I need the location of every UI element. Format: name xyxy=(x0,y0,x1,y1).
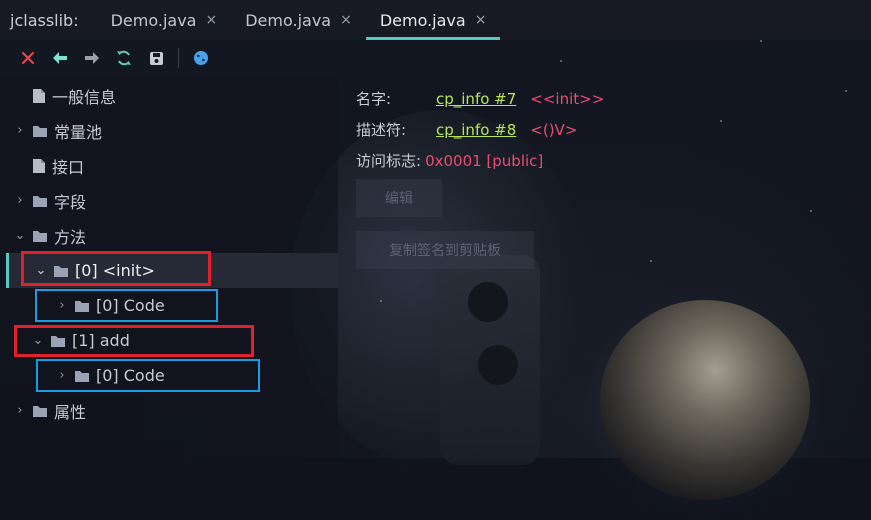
toolbar-divider xyxy=(178,48,179,68)
annotation-blue-box xyxy=(36,359,260,392)
back-button[interactable] xyxy=(44,43,76,73)
close-icon xyxy=(21,51,35,65)
tree-item-fields[interactable]: › 字段 xyxy=(12,183,86,218)
refresh-button[interactable] xyxy=(108,43,140,73)
file-icon xyxy=(32,88,46,104)
descriptor-cp-link[interactable]: cp_info #8 xyxy=(436,121,516,139)
access-flags-value: 0x0001 [public] xyxy=(425,151,544,170)
planet-graphic xyxy=(600,300,810,500)
tree-item-constant-pool[interactable]: › 常量池 xyxy=(12,113,102,148)
app-title: jclasslib: xyxy=(10,10,79,30)
tree-item-label: 方法 xyxy=(54,227,87,247)
chevron-down-icon[interactable]: ⌄ xyxy=(12,228,28,243)
detail-descriptor-row: 描述符: cp_info #8 <()V> xyxy=(356,119,577,140)
save-icon xyxy=(149,51,163,65)
refresh-icon xyxy=(117,50,131,66)
tree-item-label: 接口 xyxy=(52,157,85,177)
annotation-blue-box xyxy=(35,289,218,322)
web-button[interactable] xyxy=(185,43,217,73)
tree-item-label: 属性 xyxy=(54,402,87,422)
tab-bar: jclasslib: Demo.java × Demo.java × Demo.… xyxy=(0,0,871,40)
toolbar xyxy=(0,40,871,76)
tree-item-general-info[interactable]: 一般信息 xyxy=(12,78,116,113)
copy-signature-button[interactable]: 复制签名到剪贴板 xyxy=(356,231,534,269)
tree-item-attributes[interactable]: › 属性 xyxy=(12,393,86,428)
globe-icon xyxy=(194,51,208,65)
close-file-button[interactable] xyxy=(12,43,44,73)
chevron-right-icon[interactable]: › xyxy=(12,193,28,208)
tab-demo-java-2[interactable]: Demo.java × xyxy=(231,0,366,40)
tree-item-label: 一般信息 xyxy=(52,87,117,107)
descriptor-value: <()V> xyxy=(530,120,578,139)
tree-item-label: 字段 xyxy=(54,192,87,212)
tab-label: Demo.java xyxy=(245,10,332,30)
close-icon[interactable]: × xyxy=(205,12,217,28)
name-label: 名字: xyxy=(356,90,392,108)
tab-demo-java-1[interactable]: Demo.java × xyxy=(97,0,232,40)
edit-button[interactable]: 编辑 xyxy=(356,179,442,217)
detail-access-flags-row: 访问标志: 0x0001 [public] xyxy=(356,150,543,171)
save-button[interactable] xyxy=(140,43,172,73)
folder-icon xyxy=(32,404,48,418)
detail-name-row: 名字: cp_info #7 <<init>> xyxy=(356,88,604,109)
tree-item-methods[interactable]: ⌄ 方法 xyxy=(12,218,86,253)
descriptor-label: 描述符: xyxy=(356,121,407,139)
arrow-right-icon xyxy=(85,52,99,64)
chevron-right-icon[interactable]: › xyxy=(12,123,28,138)
helmet-knob xyxy=(478,345,518,385)
close-icon[interactable]: × xyxy=(340,12,352,28)
tab-label: Demo.java xyxy=(110,10,197,30)
helmet-knob xyxy=(468,282,508,322)
tree-item-interfaces[interactable]: 接口 xyxy=(12,148,84,183)
access-flags-label: 访问标志: xyxy=(356,152,422,170)
folder-icon xyxy=(32,229,48,243)
annotation-red-box xyxy=(14,325,254,357)
tree-item-label: 常量池 xyxy=(54,122,103,142)
tab-label: Demo.java xyxy=(379,10,466,30)
folder-icon xyxy=(32,194,48,208)
name-cp-link[interactable]: cp_info #7 xyxy=(436,90,516,108)
forward-button[interactable] xyxy=(76,43,108,73)
annotation-red-box xyxy=(21,251,211,286)
folder-icon xyxy=(32,124,48,138)
name-value: <<init>> xyxy=(530,89,605,108)
tab-demo-java-3-active[interactable]: Demo.java × xyxy=(365,0,501,40)
close-icon[interactable]: × xyxy=(475,12,487,28)
file-icon xyxy=(32,158,46,174)
arrow-left-icon xyxy=(53,52,67,64)
chevron-right-icon[interactable]: › xyxy=(12,403,28,418)
